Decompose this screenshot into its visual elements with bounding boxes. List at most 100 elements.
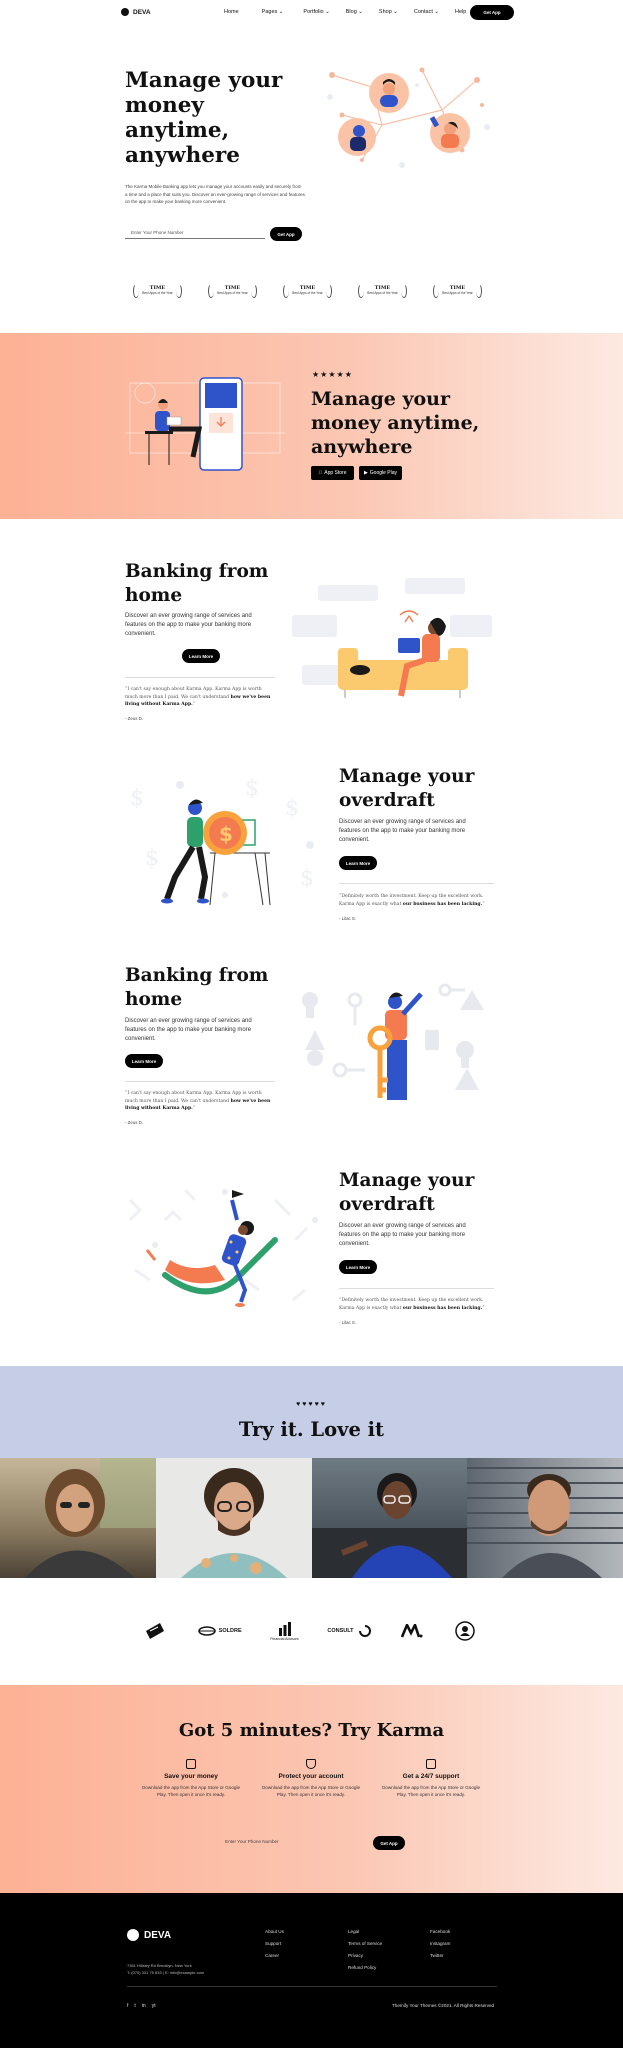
quote-end: ” [192, 702, 196, 707]
testimonial-quote: “Definitely worth the investment. Keep u… [339, 1297, 489, 1312]
svg-text:$: $ [219, 822, 233, 846]
phone-input[interactable]: Enter Your Phone Number [125, 227, 265, 239]
feature-description: Discover an ever growing range of servic… [339, 1223, 466, 1247]
cta-phone-input[interactable]: Enter Your Phone Number [215, 1835, 365, 1847]
nav-item-contact-label: Contact [413, 9, 433, 15]
laurel-icon [208, 284, 215, 298]
feature-description: Discover an ever growing range of servic… [339, 819, 466, 843]
nav-menu: Home Pages ⌄ Portfolio ⌄ Blog ⌄ Shop ⌄ C… [224, 9, 466, 15]
brand-logo [455, 1621, 478, 1641]
brand-logo [144, 1621, 169, 1641]
hearts-icon: ♥♥♥♥♥ [296, 1401, 327, 1408]
nav-item-portfolio-label: Portfolio [303, 9, 324, 15]
footer-logo-text: DEVA [144, 1929, 172, 1941]
award-badge: TIME Best Apps of the Year [130, 281, 185, 301]
facebook-icon[interactable]: f [127, 2003, 128, 2009]
brand-mark-icon [358, 1625, 371, 1637]
photo-strip [0, 1458, 623, 1578]
svg-text:$: $ [300, 866, 314, 891]
cta-column: Save your money Download the app from th… [141, 1759, 241, 1798]
award-badge: TIME Best Apps of the Year [280, 281, 335, 301]
cta-get-app-button[interactable]: Get App [373, 1836, 405, 1850]
learn-more-button[interactable]: Learn More [125, 1054, 163, 1068]
laurel-icon [133, 284, 140, 298]
logo-icon [127, 1929, 139, 1941]
cta-column-title: Save your money [164, 1773, 218, 1780]
wallet-icon [186, 1759, 196, 1769]
learn-more-button[interactable]: Learn More [339, 1260, 377, 1274]
hero-title: Manage your money anytime, anywhere [125, 68, 283, 168]
promo-band: ★★★★★ Manage your money anytime, anywher… [0, 333, 623, 519]
learn-more-button[interactable]: Learn More [182, 649, 220, 663]
footer-link[interactable]: Legal [348, 1926, 382, 1938]
divider [125, 1081, 275, 1082]
chat-icon [426, 1759, 436, 1769]
get-app-button[interactable]: Get App [470, 5, 514, 20]
footer-link[interactable]: Privacy [348, 1950, 382, 1962]
google-play-button[interactable]: ▶ Google Play [359, 466, 402, 480]
nav-item-contact[interactable]: Contact ⌄ [414, 9, 439, 15]
brand-name: SOLDRE [218, 1628, 242, 1634]
cta-columns: Save your money Download the app from th… [141, 1759, 481, 1798]
linkedin-icon[interactable]: in [142, 2003, 146, 2009]
brand-mark-icon [401, 1624, 423, 1638]
footer-link[interactable]: Twitter [430, 1950, 450, 1962]
nav-item-help[interactable]: Help [455, 9, 466, 15]
footer-link[interactable]: About Us [265, 1926, 284, 1938]
nav-item-home[interactable]: Home [224, 9, 239, 15]
hero-get-app-button[interactable]: Get App [270, 227, 302, 241]
cta-column-desc: Download the app from the App Store or G… [141, 1785, 241, 1797]
footer-link[interactable]: Refund Policy [348, 1962, 382, 1974]
nav-item-blog[interactable]: Blog ⌄ [346, 9, 363, 15]
apple-icon:  [319, 470, 323, 476]
hero-description: The Karma Mobile Banking app lets you ma… [125, 184, 305, 204]
footer-address: 7361 Hillsley Rd Brooklyn, New York T: (… [127, 1962, 204, 1976]
learn-more-button[interactable]: Learn More [339, 856, 377, 870]
footer-link[interactable]: Support [265, 1938, 284, 1950]
logo-text: DEVA [133, 8, 151, 16]
try-it-band: ♥♥♥♥♥ Try it. Love it [0, 1366, 623, 1458]
cta-band: Got 5 minutes? Try Karma Save your money… [0, 1685, 623, 1893]
footer-link[interactable]: Facebook [430, 1926, 450, 1938]
nav-item-portfolio[interactable]: Portfolio ⌄ [303, 9, 329, 15]
phone-illustration [125, 377, 285, 471]
logo-icon [121, 8, 129, 16]
try-it-title: Try it. Love it [238, 1418, 385, 1441]
footer-links-legal: Legal Terms of Service Privacy Refund Po… [348, 1926, 382, 1974]
brand-mark-icon [455, 1621, 475, 1641]
cta-column-desc: Download the app from the App Store or G… [261, 1785, 361, 1797]
laurel-icon [250, 284, 257, 298]
brand-logo: CONSULT [327, 1623, 372, 1639]
footer-link[interactable]: Instagram [430, 1938, 450, 1950]
brand-mark-icon [278, 1621, 291, 1636]
swing-illustration [128, 1188, 318, 1307]
logo[interactable]: DEVA [121, 8, 151, 16]
portrait-photo [467, 1458, 623, 1578]
laurel-icon [400, 284, 407, 298]
twitter-icon[interactable]: t [134, 2003, 135, 2009]
brand-logo [401, 1624, 426, 1638]
nav-item-shop[interactable]: Shop ⌄ [379, 9, 398, 15]
testimonial-quote: “I can't say enough about Karma App. Kar… [125, 1090, 275, 1113]
brand-mark-icon [197, 1626, 216, 1636]
laurel-icon [175, 284, 182, 298]
quote-end: ” [192, 1106, 196, 1111]
testimonial-author: - Zeus D. [125, 1120, 144, 1125]
footer: DEVA 7361 Hillsley Rd Brooklyn, New York… [0, 1893, 623, 2048]
feature-description: Discover an ever growing range of servic… [125, 613, 252, 637]
youtube-icon[interactable]: yt [152, 2003, 156, 2009]
quote-end: ” [482, 1305, 485, 1311]
svg-text:$: $ [285, 796, 299, 821]
feature-title: Banking from home [125, 561, 269, 606]
shield-icon [306, 1759, 316, 1769]
nav-item-pages[interactable]: Pages ⌄ [262, 9, 284, 15]
divider [125, 677, 275, 678]
portrait-photo [311, 1458, 468, 1578]
footer-link[interactable]: Career [265, 1950, 284, 1962]
footer-divider [127, 1986, 497, 1987]
brand-name: CONSULT [327, 1628, 354, 1634]
app-store-button[interactable]: App Store [311, 466, 354, 480]
footer-logo[interactable]: DEVA [127, 1929, 171, 1941]
svg-text:$: $ [245, 776, 259, 801]
footer-link[interactable]: Terms of Service [348, 1938, 382, 1950]
